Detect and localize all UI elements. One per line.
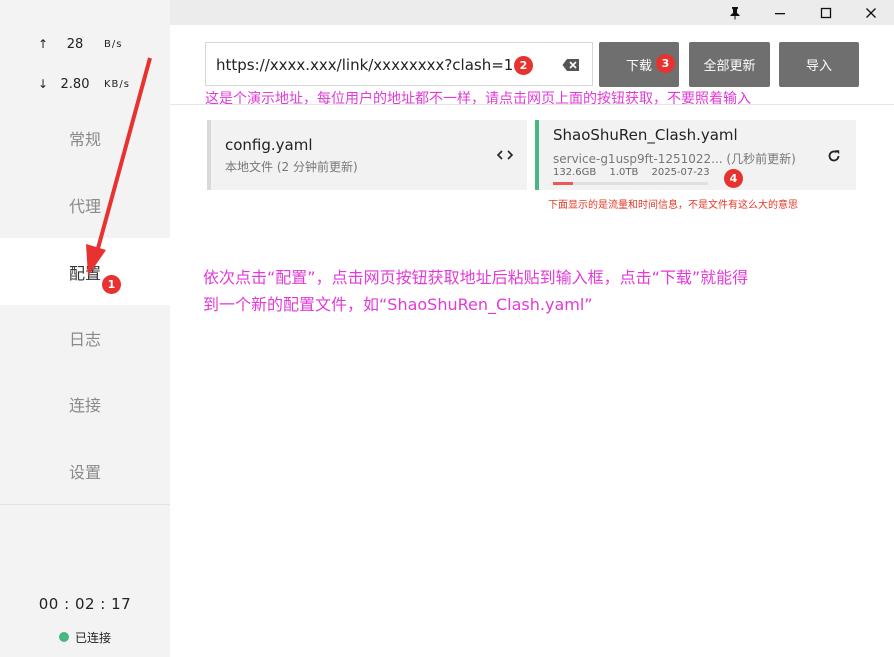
- import-button-label: 导入: [805, 59, 832, 74]
- sidebar-item-profiles[interactable]: 配置: [0, 238, 170, 305]
- sidebar-item-settings[interactable]: 设置: [0, 438, 170, 504]
- sidebar-item-label: 常规: [68, 130, 101, 149]
- sidebar-item-label: 配置: [68, 263, 101, 283]
- code-brackets-icon[interactable]: [496, 147, 514, 163]
- subscription-url-input[interactable]: [216, 53, 556, 77]
- steps-note-line2: 到一个新的配置文件，如“ShaoShuRen_Clash.yaml”: [203, 295, 593, 314]
- step-badge-4: 4: [724, 169, 743, 188]
- subscription-url-field[interactable]: [205, 42, 593, 86]
- update-all-button-label: 全部更新: [703, 59, 756, 74]
- minimize-icon[interactable]: [757, 0, 803, 25]
- profile-subtitle: service-g1usp9ft-1251022... (几秒前更新): [553, 152, 796, 166]
- profile-expires: 2025-07-23: [651, 167, 710, 178]
- maximize-icon[interactable]: [803, 0, 849, 25]
- traffic-info-note: 下面显示的是流量和时间信息，不是文件有这么大的意思: [548, 200, 798, 211]
- profile-subtitle: 本地文件 (2 分钟前更新): [225, 160, 358, 174]
- profile-card-local[interactable]: config.yaml 本地文件 (2 分钟前更新): [207, 120, 527, 190]
- sidebar-item-label: 连接: [68, 396, 101, 415]
- update-all-button[interactable]: 全部更新: [689, 42, 770, 87]
- profile-card-remote[interactable]: ShaoShuRen_Clash.yaml service-g1usp9ft-1…: [535, 120, 856, 190]
- connection-status-label: 已连接: [74, 630, 111, 645]
- step-badge-3: 3: [656, 54, 675, 73]
- sidebar-item-logs[interactable]: 日志: [0, 305, 170, 371]
- upload-unit: B/s: [104, 39, 123, 50]
- upload-speed: ↑ 28 B/s: [0, 37, 170, 57]
- refresh-icon[interactable]: [827, 148, 841, 162]
- backspace-clear-icon[interactable]: [562, 57, 580, 73]
- profile-usage-stats: 132.6GB 1.0TB 2025-07-23: [553, 167, 720, 178]
- status-dot-icon: [58, 632, 69, 642]
- steps-note-line1: 依次点击“配置”，点击网页按钮获取地址后粘贴到输入框，点击“下载”就能得: [203, 268, 749, 287]
- download-button-label: 下载: [625, 59, 652, 74]
- profile-total: 1.0TB: [609, 167, 639, 178]
- import-button[interactable]: 导入: [779, 42, 859, 87]
- demo-url-note: 这是个演示地址，每位用户的地址都不一样，请点击网页上面的按钮获取，不要照着输入: [205, 91, 751, 107]
- sidebar-item-general[interactable]: 常规: [0, 105, 170, 171]
- sidebar-item-label: 日志: [68, 330, 101, 349]
- step-badge-2: 2: [514, 56, 533, 75]
- profile-used: 132.6GB: [553, 167, 597, 178]
- step-badge-1: 1: [102, 275, 121, 294]
- close-icon[interactable]: [848, 0, 894, 25]
- sidebar-item-label: 设置: [68, 463, 101, 482]
- upload-arrow-icon: ↑: [38, 37, 49, 51]
- usage-progress-bar: [553, 182, 708, 185]
- title-bar: [170, 0, 894, 25]
- traffic-monitor: ↑ 28 B/s ↓ 2.80 KB/s: [0, 25, 170, 105]
- pin-icon[interactable]: [712, 0, 758, 25]
- download-value: 2.80: [60, 77, 90, 92]
- sidebar-divider: [0, 504, 170, 505]
- usage-progress-fill: [553, 182, 574, 185]
- profile-name: ShaoShuRen_Clash.yaml: [553, 126, 738, 144]
- download-unit: KB/s: [104, 79, 130, 90]
- sidebar-item-label: 代理: [68, 197, 101, 216]
- download-speed: ↓ 2.80 KB/s: [0, 77, 170, 97]
- upload-value: 28: [66, 37, 84, 52]
- connection-timer: 00 : 02 : 17: [38, 595, 132, 613]
- sidebar-item-connections[interactable]: 连接: [0, 371, 170, 437]
- profile-name: config.yaml: [225, 136, 313, 154]
- sidebar-item-proxy[interactable]: 代理: [0, 172, 170, 238]
- connection-status: 已连接: [0, 628, 170, 646]
- download-arrow-icon: ↓: [38, 77, 49, 91]
